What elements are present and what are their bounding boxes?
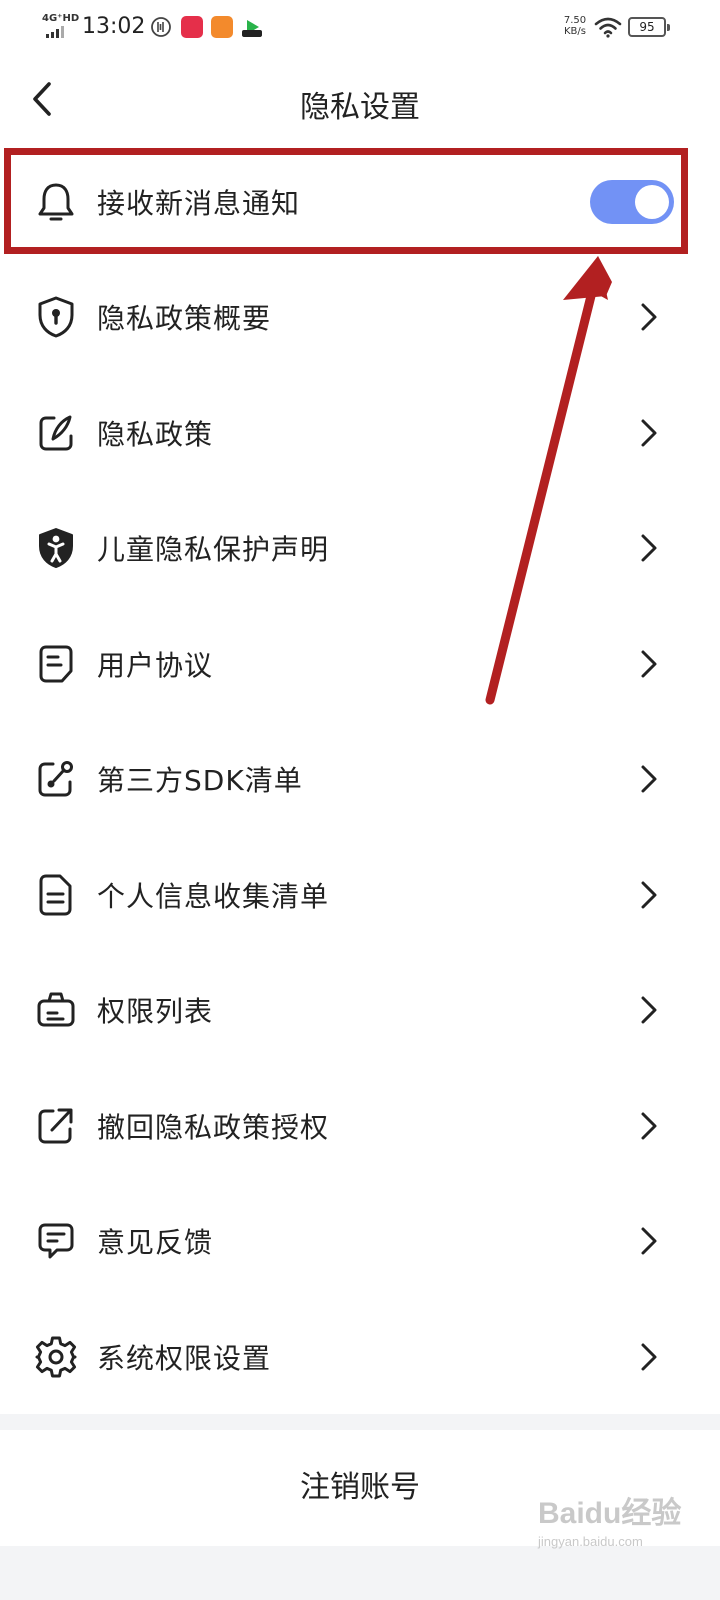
setting-privacy-policy-summary[interactable]: 隐私政策概要	[0, 260, 720, 376]
toggle-knob	[635, 184, 669, 219]
setting-label: 撤回隐私政策授权	[97, 1110, 330, 1144]
setting-label: 第三方SDK清单	[97, 764, 303, 798]
watermark-sub: jingyan.baidu.com	[538, 1534, 643, 1549]
setting-label: 个人信息收集清单	[97, 879, 330, 913]
video-app-icon	[242, 20, 262, 37]
bell-icon	[34, 180, 78, 224]
chevron-right-icon	[641, 881, 657, 909]
chevron-right-icon	[641, 419, 657, 447]
notification-app-icon	[151, 17, 171, 37]
shield-keyhole-icon	[34, 295, 78, 339]
setting-label: 隐私政策	[97, 417, 214, 451]
status-bar: 4G⁺HD 13:02 7.50 KB/s 95	[0, 0, 720, 56]
section-separator	[0, 1414, 720, 1430]
setting-children-privacy[interactable]: 儿童隐私保护声明	[0, 491, 720, 607]
setting-revoke-authorization[interactable]: 撤回隐私政策授权	[0, 1068, 720, 1184]
gear-icon	[34, 1335, 78, 1379]
setting-label: 权限列表	[97, 995, 214, 1029]
speed-unit: KB/s	[564, 26, 586, 37]
baidu-watermark: Baidu经验 jingyan.baidu.com	[538, 1488, 708, 1549]
child-shield-icon	[34, 526, 78, 570]
setting-personal-info-list[interactable]: 个人信息收集清单	[0, 837, 720, 953]
setting-new-message-notification[interactable]: 接收新消息通知	[0, 144, 720, 260]
chevron-right-icon	[641, 1112, 657, 1140]
red-app-icon	[181, 16, 203, 38]
signal-icon	[46, 26, 64, 38]
share-link-icon	[34, 757, 78, 801]
header: 隐私设置	[0, 56, 720, 144]
setting-label: 意见反馈	[97, 1226, 214, 1260]
watermark-main: Baidu经验	[538, 1497, 682, 1530]
setting-third-party-sdk[interactable]: 第三方SDK清单	[0, 722, 720, 838]
setting-label: 系统权限设置	[97, 1341, 272, 1375]
briefcase-icon	[34, 988, 78, 1032]
file-list-icon	[34, 873, 78, 917]
setting-label: 用户协议	[97, 648, 214, 682]
setting-user-agreement[interactable]: 用户协议	[0, 606, 720, 722]
chevron-right-icon	[641, 996, 657, 1024]
status-time: 13:02	[82, 14, 146, 39]
page-title: 隐私设置	[300, 90, 420, 125]
chevron-right-icon	[641, 1227, 657, 1255]
bottom-band	[0, 1546, 720, 1600]
setting-privacy-policy[interactable]: 隐私政策	[0, 375, 720, 491]
setting-feedback[interactable]: 意见反馈	[0, 1184, 720, 1300]
document-icon	[34, 642, 78, 686]
setting-label: 儿童隐私保护声明	[97, 533, 330, 567]
chevron-right-icon	[641, 303, 657, 331]
wifi-icon	[594, 17, 622, 38]
battery-indicator: 95	[628, 17, 670, 37]
edit-note-icon	[34, 411, 78, 455]
settings-list: 接收新消息通知 隐私政策概要 隐私政策 儿童隐私保护声明 用户协议 第三方SDK…	[0, 144, 720, 1415]
setting-permission-list[interactable]: 权限列表	[0, 953, 720, 1069]
chevron-right-icon	[641, 1343, 657, 1371]
speed-value: 7.50	[563, 15, 587, 26]
network-speed: 7.50 KB/s	[560, 15, 590, 37]
chevron-right-icon	[641, 650, 657, 678]
network-type: 4G⁺HD	[42, 13, 80, 24]
chevron-right-icon	[641, 765, 657, 793]
orange-app-icon	[211, 16, 233, 38]
revoke-arrow-icon	[34, 1104, 78, 1148]
notification-toggle[interactable]	[590, 179, 674, 224]
setting-system-permissions[interactable]: 系统权限设置	[0, 1299, 720, 1415]
feedback-chat-icon	[34, 1219, 78, 1263]
setting-label: 接收新消息通知	[97, 186, 301, 220]
chevron-right-icon	[641, 534, 657, 562]
setting-label: 隐私政策概要	[97, 302, 272, 336]
